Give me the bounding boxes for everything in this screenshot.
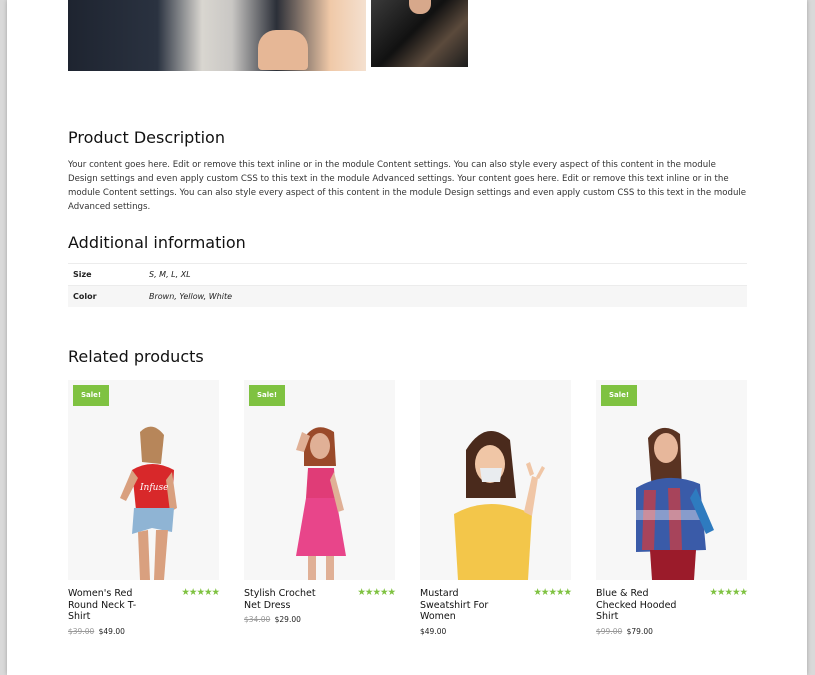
product-price: $99.00 $79.00: [596, 627, 653, 636]
product-gallery-thumbnail[interactable]: [371, 0, 468, 67]
sale-badge: Sale!: [249, 385, 286, 406]
gallery-thumb-face-shape: [409, 0, 431, 14]
product-gallery-main-image[interactable]: [68, 0, 366, 71]
attribute-label: Size: [68, 263, 144, 286]
attribute-row-color: Color Brown, Yellow, White: [68, 285, 747, 307]
attributes-table: Size S, M, L, XL Color Brown, Yellow, Wh…: [68, 263, 747, 307]
product-image[interactable]: Sale!: [244, 380, 395, 580]
product-figure-checked-shirt: [636, 427, 714, 580]
current-price: $49.00: [98, 627, 125, 636]
product-price: $39.00 $49.00: [68, 627, 125, 636]
product-card[interactable]: Mustard Sweatshirt For Women ★★★★★ $49.0…: [420, 380, 572, 636]
product-price: $34.00 $29.00: [244, 615, 301, 624]
product-name[interactable]: Blue & Red Checked Hooded Shirt: [596, 588, 684, 623]
svg-text:Infuse: Infuse: [139, 483, 168, 493]
product-card[interactable]: Sale! Stylish Crochet Net Dress ★★★★★ $3…: [244, 380, 396, 624]
product-card[interactable]: Sale! Blue & Red Checked Hooded Shirt ★★…: [596, 380, 748, 636]
attribute-value: Brown, Yellow, White: [144, 285, 747, 307]
product-figure-red-tshirt: Infuse: [120, 426, 177, 580]
gallery-hand-shape: [258, 30, 308, 70]
product-name[interactable]: Stylish Crochet Net Dress: [244, 588, 332, 611]
sale-badge: Sale!: [601, 385, 638, 406]
old-price: $34.00: [244, 615, 271, 624]
attribute-row-size: Size S, M, L, XL: [68, 263, 747, 286]
old-price: $39.00: [68, 627, 95, 636]
related-products-heading: Related products: [68, 347, 204, 366]
description-text: Your content goes here. Edit or remove t…: [68, 160, 747, 212]
current-price: $79.00: [626, 627, 653, 636]
rating-stars: ★★★★★: [357, 587, 396, 598]
product-name[interactable]: Women's Red Round Neck T-Shirt: [68, 588, 156, 623]
old-price: $99.00: [596, 627, 623, 636]
product-image[interactable]: [420, 380, 571, 580]
attribute-label: Color: [68, 285, 144, 307]
product-figure-pink-dress: [296, 427, 346, 580]
description-heading: Product Description: [68, 128, 225, 147]
rating-stars: ★★★★★: [181, 587, 220, 598]
additional-info-heading: Additional information: [68, 233, 246, 252]
rating-stars: ★★★★★: [709, 587, 748, 598]
current-price: $49.00: [420, 627, 447, 636]
product-page: Product Description Your content goes he…: [7, 0, 807, 675]
product-image[interactable]: Sale!: [596, 380, 747, 580]
rating-stars: ★★★★★: [533, 587, 572, 598]
product-name[interactable]: Mustard Sweatshirt For Women: [420, 588, 508, 623]
attribute-value: S, M, L, XL: [144, 263, 747, 286]
product-price: $49.00: [420, 627, 446, 636]
product-card[interactable]: Infuse Sale! Women's Red Round Neck T-Sh…: [68, 380, 220, 636]
product-image[interactable]: Infuse Sale!: [68, 380, 219, 580]
current-price: $29.00: [274, 615, 301, 624]
sale-badge: Sale!: [73, 385, 110, 406]
product-figure-mustard-sweatshirt: [454, 431, 545, 580]
